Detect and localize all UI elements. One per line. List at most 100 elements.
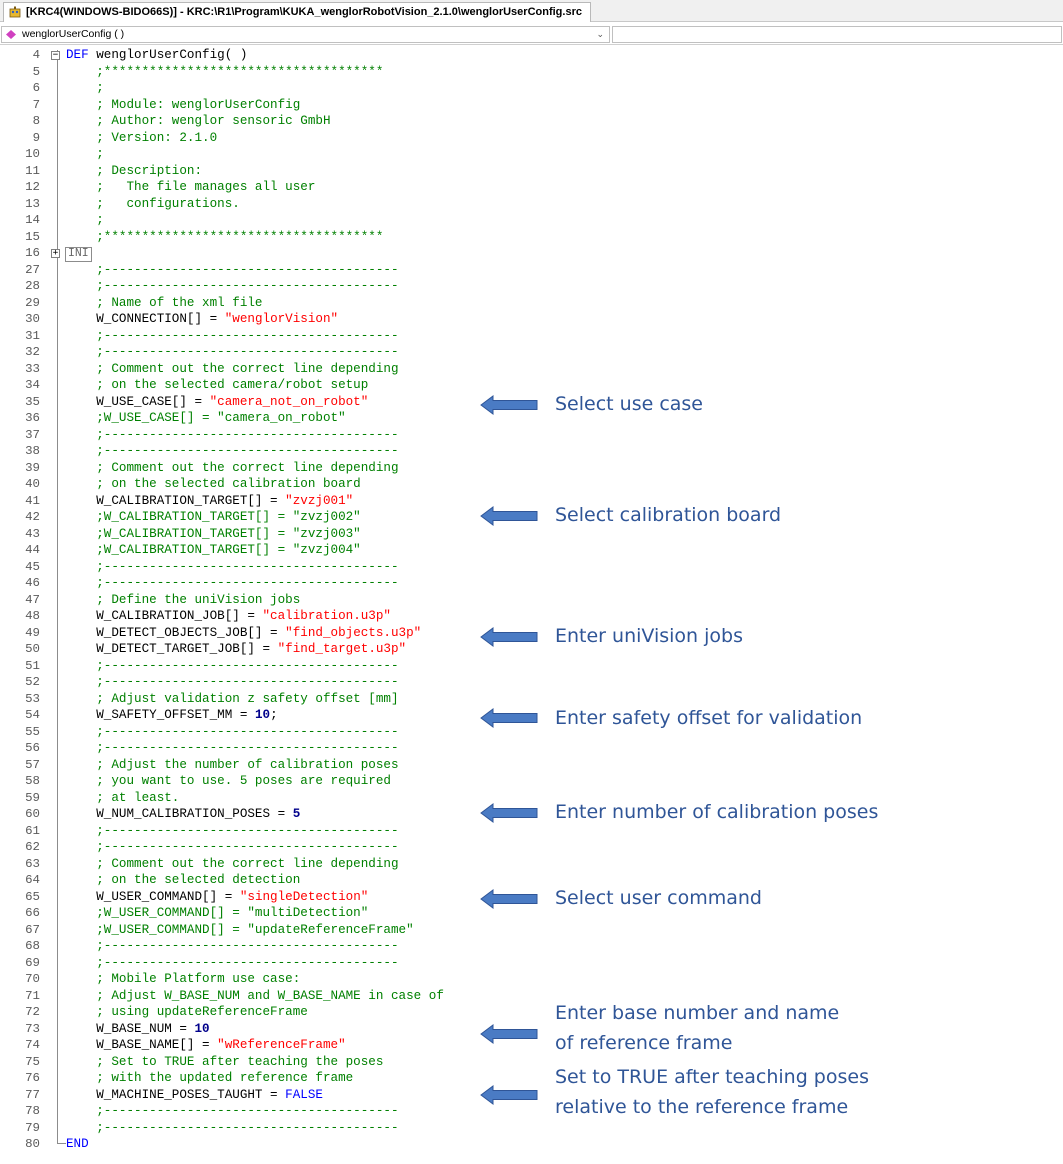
code-line[interactable]: ; Comment out the correct line depending [66,460,398,477]
code-line[interactable]: W_BASE_NUM = 10 [66,1021,210,1038]
code-line[interactable]: ; on the selected camera/robot setup [66,377,368,394]
left-arrow-icon [480,803,538,823]
code-line[interactable]: ; Name of the xml file [66,295,262,312]
code-token: "singleDetection" [239,889,369,904]
code-line[interactable]: DEF wenglorUserConfig( ) [66,47,247,64]
folded-ini-block[interactable]: INI [65,246,92,262]
code-line[interactable]: ;--------------------------------------- [66,278,398,295]
code-line[interactable]: ; Description: [66,163,202,180]
code-line[interactable]: ; Define the uniVision jobs [66,592,300,609]
code-token: ;--------------------------------------- [66,741,399,755]
code-line[interactable]: ;W_CALIBRATION_TARGET[] = "zvzj002" [66,509,361,526]
line-number: 46 [25,576,40,590]
line-number: 75 [25,1054,40,1069]
code-line[interactable]: ; with the updated reference frame [66,1070,353,1087]
code-token: W_MACHINE_POSES_TAUGHT = [66,1087,286,1102]
line-number: 15 [25,229,40,244]
function-selector-dropdown[interactable]: wenglorUserConfig ( ) ⌄ [1,26,610,43]
code-token: ;--------------------------------------- [66,724,399,739]
code-line[interactable]: W_DETECT_OBJECTS_JOB[] = "find_objects.u… [66,625,421,642]
code-editor[interactable]: 4 − DEF wenglorUserConfig( ) 5 ;***********… [0,45,1063,1164]
code-line[interactable]: ; you want to use. 5 poses are required [66,773,391,790]
code-line[interactable]: ; Adjust W_BASE_NUM and W_BASE_NAME in c… [66,988,444,1005]
code-line[interactable]: W_CALIBRATION_JOB[] = "calibration.u3p" [66,608,391,625]
annotation-label: relative to the reference frame [555,1096,849,1118]
code-line[interactable]: W_SAFETY_OFFSET_MM = 10; [66,707,277,724]
code-line[interactable]: ; [66,212,104,229]
code-line[interactable]: ;--------------------------------------- [66,740,399,757]
code-line[interactable]: ;--------------------------------------- [66,575,398,592]
code-line[interactable]: ;W_CALIBRATION_TARGET[] = "zvzj004" [66,542,361,559]
code-line[interactable]: ; [66,80,104,97]
code-line[interactable]: ; Comment out the correct line depending [66,856,398,873]
code-line[interactable]: ;--------------------------------------- [66,839,398,856]
code-line[interactable]: ; Comment out the correct line depending [66,361,398,378]
code-line[interactable]: ;--------------------------------------- [66,938,398,955]
code-line[interactable]: ; Version: 2.1.0 [66,130,217,147]
code-line[interactable]: ;************************************* [66,64,383,81]
fold-expand-icon[interactable]: + [51,248,60,258]
line-number: 33 [25,361,40,376]
code-line[interactable]: ; Author: wenglor sensoric GmbH [66,113,330,130]
code-token: ;W_USER_COMMAND[] = "multiDetection" [66,906,369,920]
code-line[interactable]: ;--------------------------------------- [66,1103,398,1120]
file-tab[interactable]: [KRC4(WINDOWS-BIDO66S)] - KRC:\R1\Progra… [3,2,591,22]
fold-collapse-icon[interactable]: − [51,50,60,60]
code-token: ;--------------------------------------- [66,427,399,442]
code-token: ; using updateReferenceFrame [66,1005,308,1019]
robot-file-icon [9,6,21,18]
line-number: 62 [25,840,40,854]
code-line[interactable]: ;--------------------------------------- [66,658,398,675]
code-line[interactable]: ; using updateReferenceFrame [66,1004,308,1021]
code-token: ; on the selected detection [66,873,301,887]
code-line[interactable]: ;--------------------------------------- [66,427,399,444]
code-line[interactable]: ; Adjust the number of calibration poses [66,757,398,774]
code-line[interactable]: ; configurations. [66,196,240,213]
code-line[interactable]: W_CALIBRATION_TARGET[] = "zvzj001" [66,493,353,510]
editor-tab-bar: [KRC4(WINDOWS-BIDO66S)] - KRC:\R1\Progra… [0,0,1063,22]
code-token: ;--------------------------------------- [66,559,399,574]
code-line[interactable]: ;--------------------------------------- [66,823,398,840]
secondary-selector[interactable] [612,26,1062,43]
code-line[interactable]: ;W_CALIBRATION_TARGET[] = "zvzj003" [66,526,361,543]
code-line[interactable]: ; Module: wenglorUserConfig [66,97,300,114]
code-line[interactable]: ; [66,146,104,163]
code-line[interactable]: ;--------------------------------------- [66,344,398,361]
code-line[interactable]: W_MACHINE_POSES_TAUGHT = FALSE [66,1087,323,1104]
code-token: W_BASE_NAME[] = [66,1038,218,1052]
code-line[interactable]: ;W_USER_COMMAND[] = "updateReferenceFram… [66,922,413,939]
code-line[interactable]: ;--------------------------------------- [66,328,398,345]
code-line[interactable]: ; Mobile Platform use case: [66,971,300,988]
code-line[interactable]: W_USER_COMMAND[] = "singleDetection" [66,889,368,906]
code-line[interactable]: ;--------------------------------------- [66,559,399,576]
code-line[interactable]: ;--------------------------------------- [66,724,399,741]
code-line[interactable]: ; Set to TRUE after teaching the poses [66,1054,383,1071]
code-line[interactable]: ;--------------------------------------- [66,955,398,972]
code-line[interactable]: ;W_USE_CASE[] = "camera_on_robot" [66,410,345,427]
code-line[interactable]: END [66,1136,89,1153]
code-line[interactable]: W_NUM_CALIBRATION_POSES = 5 [66,806,300,823]
code-line[interactable]: W_USE_CASE[] = "camera_not_on_robot" [66,394,368,411]
code-line[interactable]: ;W_USER_COMMAND[] = "multiDetection" [66,905,368,922]
code-line[interactable]: ;--------------------------------------- [66,262,398,279]
code-line[interactable]: W_CONNECTION[] = "wenglorVision" [66,311,338,328]
code-line[interactable]: ; The file manages all user [66,179,315,196]
code-line[interactable]: ; on the selected calibration board [66,476,361,493]
code-line[interactable]: ; Adjust validation z safety offset [mm] [66,691,398,708]
code-line[interactable]: W_BASE_NAME[] = "wReferenceFrame" [66,1037,345,1054]
code-token: ; The file manages all user [66,180,316,194]
code-line[interactable]: ;************************************* [66,229,383,246]
code-line[interactable]: ; at least. [66,790,179,807]
code-line[interactable]: ;--------------------------------------- [66,674,398,691]
code-line[interactable]: W_DETECT_TARGET_JOB[] = "find_target.u3p… [66,641,406,658]
code-token: "find_objects.u3p" [285,625,422,640]
code-token: 10 [194,1021,210,1036]
code-line[interactable]: ;--------------------------------------- [66,443,398,460]
line-number: 8 [32,114,40,128]
file-tab-title: [KRC4(WINDOWS-BIDO66S)] - KRC:\R1\Progra… [26,6,582,18]
code-line[interactable]: ;--------------------------------------- [66,1120,399,1137]
line-number: 48 [25,609,40,623]
code-token: W_DETECT_TARGET_JOB[] = [66,642,278,656]
code-token: ;--------------------------------------- [66,1120,399,1135]
code-line[interactable]: ; on the selected detection [66,872,300,889]
